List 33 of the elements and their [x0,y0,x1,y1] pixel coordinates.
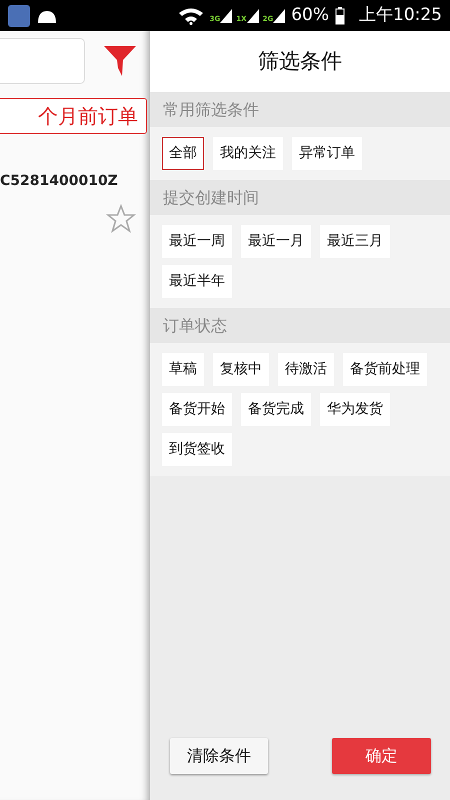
filter-option[interactable]: 备货前处理 [343,353,427,386]
drawer-title: 筛选条件 [258,48,342,75]
filter-option[interactable]: 备货完成 [241,393,311,426]
filter-option[interactable]: 草稿 [162,353,204,386]
search-field[interactable] [0,38,85,84]
wifi-icon [178,6,204,24]
filter-option[interactable]: 我的关注 [213,137,283,170]
period-tab[interactable]: 个月前订单 [0,98,147,134]
filter-option[interactable]: 华为发货 [320,393,390,426]
filter-option[interactable]: 最近三月 [320,225,390,258]
filter-option[interactable]: 待激活 [278,353,334,386]
confirm-button[interactable]: 确定 [332,738,431,774]
filter-icon[interactable] [104,46,136,76]
filter-option[interactable]: 最近一周 [162,225,232,258]
signal-icon [273,8,286,22]
clock-time: 上午10:25 [359,4,442,27]
battery-icon [335,6,345,24]
clear-button[interactable]: 清除条件 [170,738,268,774]
order-number: C5281400010Z [0,172,118,191]
section-title: 常用筛选条件 [163,98,259,120]
signal-icon [220,8,232,22]
filter-option[interactable]: 到货签收 [162,433,232,466]
filter-option[interactable]: 异常订单 [292,137,362,170]
battery-percentage: 60% [291,4,329,27]
filter-option[interactable]: 最近一月 [241,225,311,258]
section-title: 订单状态 [163,314,227,336]
star-icon[interactable] [106,204,136,234]
signal-icon [246,8,259,22]
filter-option[interactable]: 备货开始 [162,393,232,426]
filter-option[interactable]: 全部 [162,137,204,170]
filter-option[interactable]: 最近半年 [162,265,232,298]
section-title: 提交创建时间 [163,186,259,208]
filter-option[interactable]: 复核中 [213,353,269,386]
